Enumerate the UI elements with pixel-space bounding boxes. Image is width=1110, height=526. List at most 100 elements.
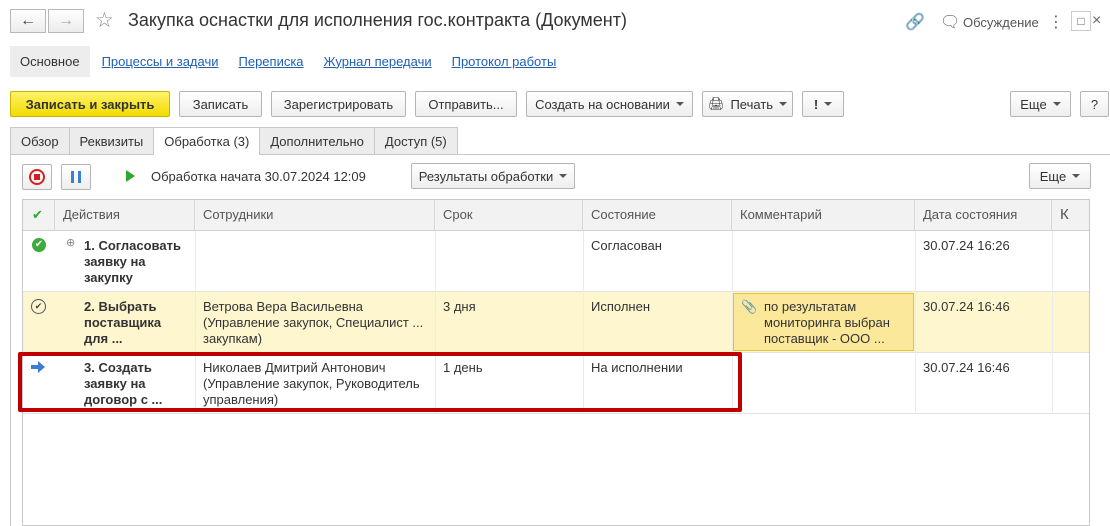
pause-icon	[71, 171, 81, 183]
column-state[interactable]: Состояние	[583, 200, 732, 231]
action-line: закупку	[84, 270, 133, 285]
action-line: заявку на	[84, 254, 146, 269]
column-state-date[interactable]: Дата состояния	[915, 200, 1052, 231]
column-term[interactable]: Срок	[435, 200, 583, 231]
play-icon	[126, 170, 135, 182]
column-comment[interactable]: Комментарий	[732, 200, 915, 231]
column-divider	[435, 231, 436, 414]
comment-cell[interactable]: 📎 по результатам мониторинга выбран пост…	[733, 293, 914, 351]
back-button[interactable]: ←	[10, 9, 46, 33]
importance-button[interactable]: !	[802, 91, 844, 117]
menu-dots-icon[interactable]: ⋮	[1048, 12, 1064, 32]
help-icon: ?	[1090, 96, 1099, 112]
row-action: 3. Создать заявку на договор с ...	[84, 360, 162, 408]
tab-processing[interactable]: Обработка (3)	[153, 127, 261, 155]
row-employee: Ветрова Вера Васильевна (Управление заку…	[203, 299, 423, 347]
tab-additional[interactable]: Дополнительно	[259, 127, 375, 154]
action-line: для ...	[84, 331, 123, 346]
section-link-processes[interactable]: Процессы и задачи	[102, 54, 219, 69]
more-button[interactable]: Еще	[1010, 91, 1071, 117]
chevron-down-icon	[824, 102, 833, 106]
employee-line: Ветрова Вера Васильевна	[203, 299, 364, 314]
row-employee: Николаев Дмитрий Антонович (Управление з…	[203, 360, 420, 408]
tab-bar: Обзор Реквизиты Обработка (3) Дополнител…	[10, 127, 458, 155]
create-based-label: Создать на основании	[535, 96, 670, 112]
importance-icon: !	[813, 96, 819, 112]
action-line: поставщика	[84, 315, 162, 330]
section-main[interactable]: Основное	[10, 45, 90, 77]
window-title: Закупка оснастки для исполнения гос.конт…	[128, 10, 627, 30]
expand-icon[interactable]: ⊕	[66, 236, 75, 249]
comment-line: по результатам	[764, 299, 857, 314]
row-state: На исполнении	[591, 360, 683, 375]
section-link-correspondence[interactable]: Переписка	[239, 54, 304, 69]
send-label: Отправить...	[428, 96, 504, 112]
register-label: Зарегистрировать	[283, 96, 394, 112]
section-link-transfer-log[interactable]: Журнал передачи	[324, 54, 432, 69]
table-row-selected[interactable]: ✔ 2. Выбрать поставщика для ... Ветрова …	[23, 292, 1089, 353]
action-line: 2. Выбрать	[84, 299, 157, 314]
arrow-left-icon: ←	[20, 12, 36, 29]
print-button[interactable]: 🖨 Печать	[702, 91, 793, 117]
employee-line: управления)	[203, 392, 279, 407]
arrow-right-icon	[31, 361, 45, 376]
save-button[interactable]: Записать	[179, 91, 262, 117]
check-circle-icon: ✔	[31, 299, 46, 314]
action-line: договор с ...	[84, 392, 163, 407]
register-button[interactable]: Зарегистрировать	[271, 91, 406, 117]
table-row[interactable]: 3. Создать заявку на договор с ... Никол…	[23, 353, 1089, 414]
row-term: 1 день	[443, 360, 483, 375]
row-action: 2. Выбрать поставщика для ...	[84, 299, 161, 347]
table-row[interactable]: ✔ ⊕ 1. Согласовать заявку на закупку Сог…	[23, 231, 1089, 292]
row-date: 30.07.24 16:26	[923, 238, 1010, 253]
column-divider	[195, 231, 196, 414]
print-label: Печать	[730, 96, 774, 112]
processing-table: ✔ Действия Сотрудники Срок Состояние Ком…	[22, 199, 1090, 526]
favorite-star-icon[interactable]: ☆	[95, 8, 114, 33]
employee-line: (Управление закупок, Руководитель	[203, 376, 420, 391]
results-label: Результаты обработки	[418, 168, 554, 184]
close-icon[interactable]: ×	[1092, 12, 1101, 30]
row-state: Согласован	[591, 238, 662, 253]
employee-line: (Управление закупок, Специалист ...	[203, 315, 424, 330]
arrow-right-nav-icon: →	[58, 12, 74, 29]
table-header: ✔ Действия Сотрудники Срок Состояние Ком…	[23, 200, 1089, 231]
comment-line: поставщик - ООО ...	[764, 331, 885, 346]
results-button[interactable]: Результаты обработки	[411, 163, 575, 189]
action-line: 3. Создать	[84, 360, 152, 375]
tab-access[interactable]: Доступ (5)	[373, 127, 458, 154]
check-column-icon[interactable]: ✔	[23, 200, 55, 231]
attachment-icon: 📎	[741, 299, 758, 314]
processing-status: Обработка начата 30.07.2024 12:09	[151, 169, 366, 184]
section-nav: Основное Процессы и задачи Переписка Жур…	[10, 45, 566, 77]
comment-line: мониторинга выбран	[764, 315, 890, 330]
maximize-icon[interactable]: □	[1071, 11, 1091, 31]
more-label: Еще	[1020, 96, 1047, 112]
employee-line: закупкам)	[203, 331, 263, 346]
discussion-icon[interactable]: 🗨	[940, 12, 960, 32]
link-icon[interactable]: 🔗	[905, 12, 925, 32]
stop-button[interactable]	[22, 164, 52, 190]
column-employees[interactable]: Сотрудники	[195, 200, 435, 231]
chevron-down-icon	[779, 102, 788, 106]
column-k[interactable]: К	[1052, 200, 1090, 231]
check-green-icon: ✔	[32, 238, 46, 252]
tab-details[interactable]: Реквизиты	[68, 127, 155, 154]
section-link-work-protocol[interactable]: Протокол работы	[452, 54, 557, 69]
forward-button[interactable]: →	[48, 9, 84, 33]
processing-more-button[interactable]: Еще	[1029, 163, 1091, 189]
discussion-label[interactable]: Обсуждение	[963, 15, 1039, 30]
comment-text: по результатам мониторинга выбран постав…	[764, 299, 890, 347]
employee-line: Николаев Дмитрий Антонович	[203, 360, 386, 375]
save-close-button[interactable]: Записать и закрыть	[10, 91, 170, 117]
printer-icon: 🖨	[707, 96, 725, 111]
tab-overview[interactable]: Обзор	[10, 127, 70, 154]
send-button[interactable]: Отправить...	[415, 91, 517, 117]
create-based-button[interactable]: Создать на основании	[526, 91, 693, 117]
help-button[interactable]: ?	[1080, 91, 1109, 117]
stop-icon	[29, 169, 45, 185]
column-divider	[1052, 231, 1053, 414]
column-actions[interactable]: Действия	[55, 200, 195, 231]
pause-button[interactable]	[61, 164, 91, 190]
save-label: Записать	[192, 96, 249, 112]
